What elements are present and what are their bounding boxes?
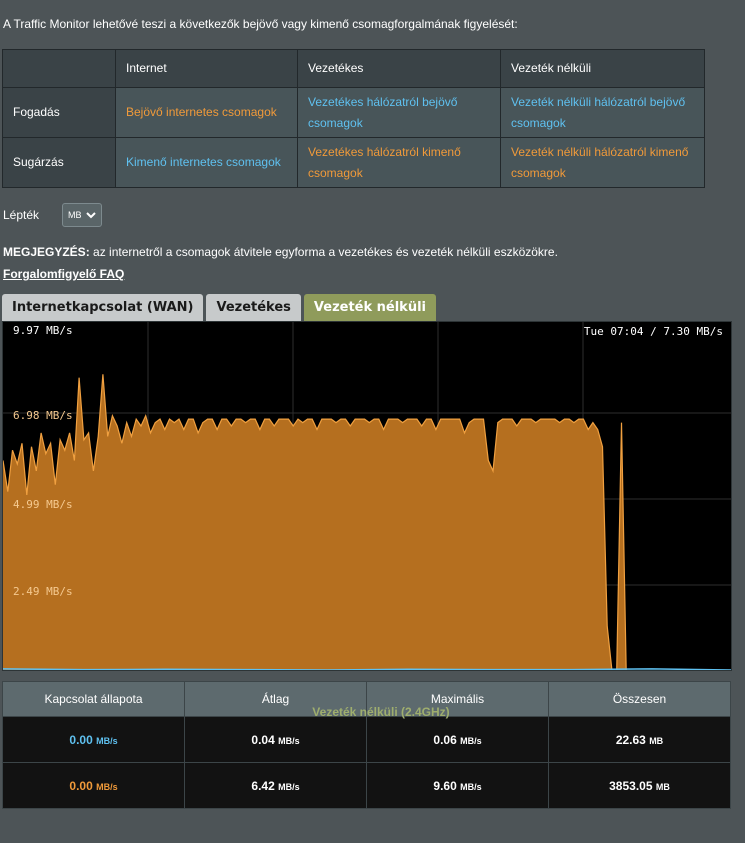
- legend-cell-wired-out: Vezetékes hálózatról kimenő csomagok: [297, 137, 501, 188]
- stats-cell-total: 3853.05 MB: [548, 762, 731, 809]
- series-area-received: [3, 374, 627, 670]
- legend-cell-wireless-out: Vezeték nélküli hálózatról kimenő csomag…: [500, 137, 705, 188]
- legend-header-row: Internet Vezetékes Vezeték nélküli: [2, 49, 705, 88]
- scale-select-value: MB: [68, 210, 82, 220]
- legend-cell-wired-in: Vezetékes hálózatról bejövő csomagok: [297, 87, 501, 138]
- scale-select[interactable]: MB: [62, 203, 102, 227]
- traffic-chart: 9.97 MB/s Tue 07:04 / 7.30 MB/s 6.98 MB/…: [2, 321, 732, 671]
- legend-cell-internet-out: Kimenő internetes csomagok: [115, 137, 298, 188]
- chart-tick-label: 4.99 MB/s: [13, 498, 73, 511]
- traffic-chart-svg: [3, 322, 731, 670]
- chart-tick-top: 9.97 MB/s: [13, 324, 73, 337]
- stats-header-total: Összesen: [548, 681, 731, 717]
- legend-header-wireless: Vezeték nélküli: [500, 49, 705, 88]
- stats-header-avg: Átlag: [184, 681, 367, 717]
- intro-text: A Traffic Monitor lehetővé teszi a követ…: [3, 17, 518, 31]
- chart-time-readout: Tue 07:04 / 7.30 MB/s: [583, 325, 723, 338]
- stats-cell-max: 0.06 MB/s: [366, 716, 549, 763]
- traffic-tabs: Internetkapcsolat (WAN) Vezetékes Vezeté…: [2, 294, 436, 321]
- legend-header-wired: Vezetékes: [297, 49, 501, 88]
- legend-row-label: Sugárzás: [2, 137, 116, 188]
- note-prefix: MEGJEGYZÉS:: [3, 245, 90, 259]
- legend-cell-wireless-in: Vezeték nélküli hálózatról bejövő csomag…: [500, 87, 705, 138]
- stats-cell-current: 0.00 MB/s: [2, 762, 185, 809]
- stats-cell-total: 22.63 MB: [548, 716, 731, 763]
- tab-wan[interactable]: Internetkapcsolat (WAN): [2, 294, 204, 321]
- note-body: az internetről a csomagok átvitele egyfo…: [89, 245, 558, 259]
- legend-row-receive: Fogadás Bejövő internetes csomagok Vezet…: [2, 87, 705, 138]
- stats-header-max: Maximális: [366, 681, 549, 717]
- chart-tick-label: 6.98 MB/s: [13, 409, 73, 422]
- faq-link[interactable]: Forgalomfigyelő FAQ: [3, 267, 124, 281]
- traffic-legend-table: Internet Vezetékes Vezeték nélküli Fogad…: [2, 49, 705, 188]
- stats-row-sent: 0.00 MB/s 0.04 MB/s 0.06 MB/s 22.63 MB: [2, 716, 731, 763]
- stats-cell-max: 9.60 MB/s: [366, 762, 549, 809]
- stats-header-row: Kapcsolat állapota Átlag Maximális Össze…: [2, 681, 731, 717]
- tab-wireless[interactable]: Vezeték nélküli: [303, 294, 436, 321]
- tab-wired[interactable]: Vezetékes: [206, 294, 301, 321]
- chart-tick-label: 2.49 MB/s: [13, 585, 73, 598]
- stats-header-status: Kapcsolat állapota: [2, 681, 185, 717]
- legend-row-label: Fogadás: [2, 87, 116, 138]
- stats-row-received: 0.00 MB/s 6.42 MB/s 9.60 MB/s 3853.05 MB: [2, 762, 731, 809]
- legend-header-empty: [2, 49, 116, 88]
- legend-header-internet: Internet: [115, 49, 298, 88]
- series-line-sent: [3, 668, 731, 670]
- legend-cell-internet-in: Bejövő internetes csomagok: [115, 87, 298, 138]
- stats-cell-current: 0.00 MB/s: [2, 716, 185, 763]
- chevron-down-icon: [85, 212, 96, 219]
- note-text: MEGJEGYZÉS: az internetről a csomagok át…: [3, 245, 558, 259]
- stats-cell-avg: 0.04 MB/s: [184, 716, 367, 763]
- stats-table: Kapcsolat állapota Átlag Maximális Össze…: [2, 681, 731, 809]
- scale-label: Lépték: [3, 208, 40, 222]
- stats-cell-avg: 6.42 MB/s: [184, 762, 367, 809]
- legend-row-transmit: Sugárzás Kimenő internetes csomagok Veze…: [2, 137, 705, 188]
